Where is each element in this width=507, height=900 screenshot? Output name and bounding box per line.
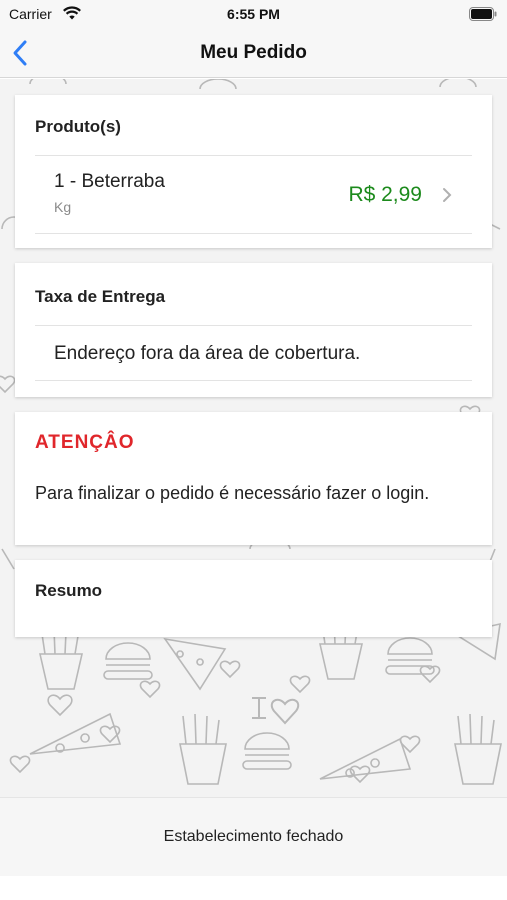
battery-icon [469,7,497,21]
clock: 6:55 PM [227,6,280,22]
attention-title: ATENÇÂO [35,432,135,453]
status-bar: Carrier 6:55 PM [0,0,507,28]
products-card: Produto(s) 1 - Beterraba Kg R$ 2,99 [15,95,492,248]
product-name: 1 - Beterraba [54,171,165,192]
divider [35,233,472,234]
delivery-fee-message: Endereço fora da área de cobertura. [54,343,361,364]
bottom-bar: Estabelecimento fechado [0,797,507,876]
attention-message: Para finalizar o pedido é necessário faz… [35,483,430,503]
summary-card: Resumo [15,560,492,637]
divider [35,380,472,381]
delivery-fee-title: Taxa de Entrega [35,287,166,306]
product-unit: Kg [54,199,72,215]
page-title: Meu Pedido [200,42,307,63]
navigation-bar: Meu Pedido [0,28,507,78]
delivery-fee-card: Taxa de Entrega Endereço fora da área de… [15,263,492,397]
bottom-strip [0,876,507,900]
store-status-label: Estabelecimento fechado [163,828,344,845]
attention-card: ATENÇÂO Para finalizar o pedido é necess… [15,412,492,545]
product-price: R$ 2,99 [348,183,422,206]
chevron-right-icon [443,188,452,202]
divider [35,325,472,326]
summary-title: Resumo [35,581,103,600]
product-row[interactable]: 1 - Beterraba Kg R$ 2,99 [15,156,492,233]
products-title: Produto(s) [35,117,121,136]
